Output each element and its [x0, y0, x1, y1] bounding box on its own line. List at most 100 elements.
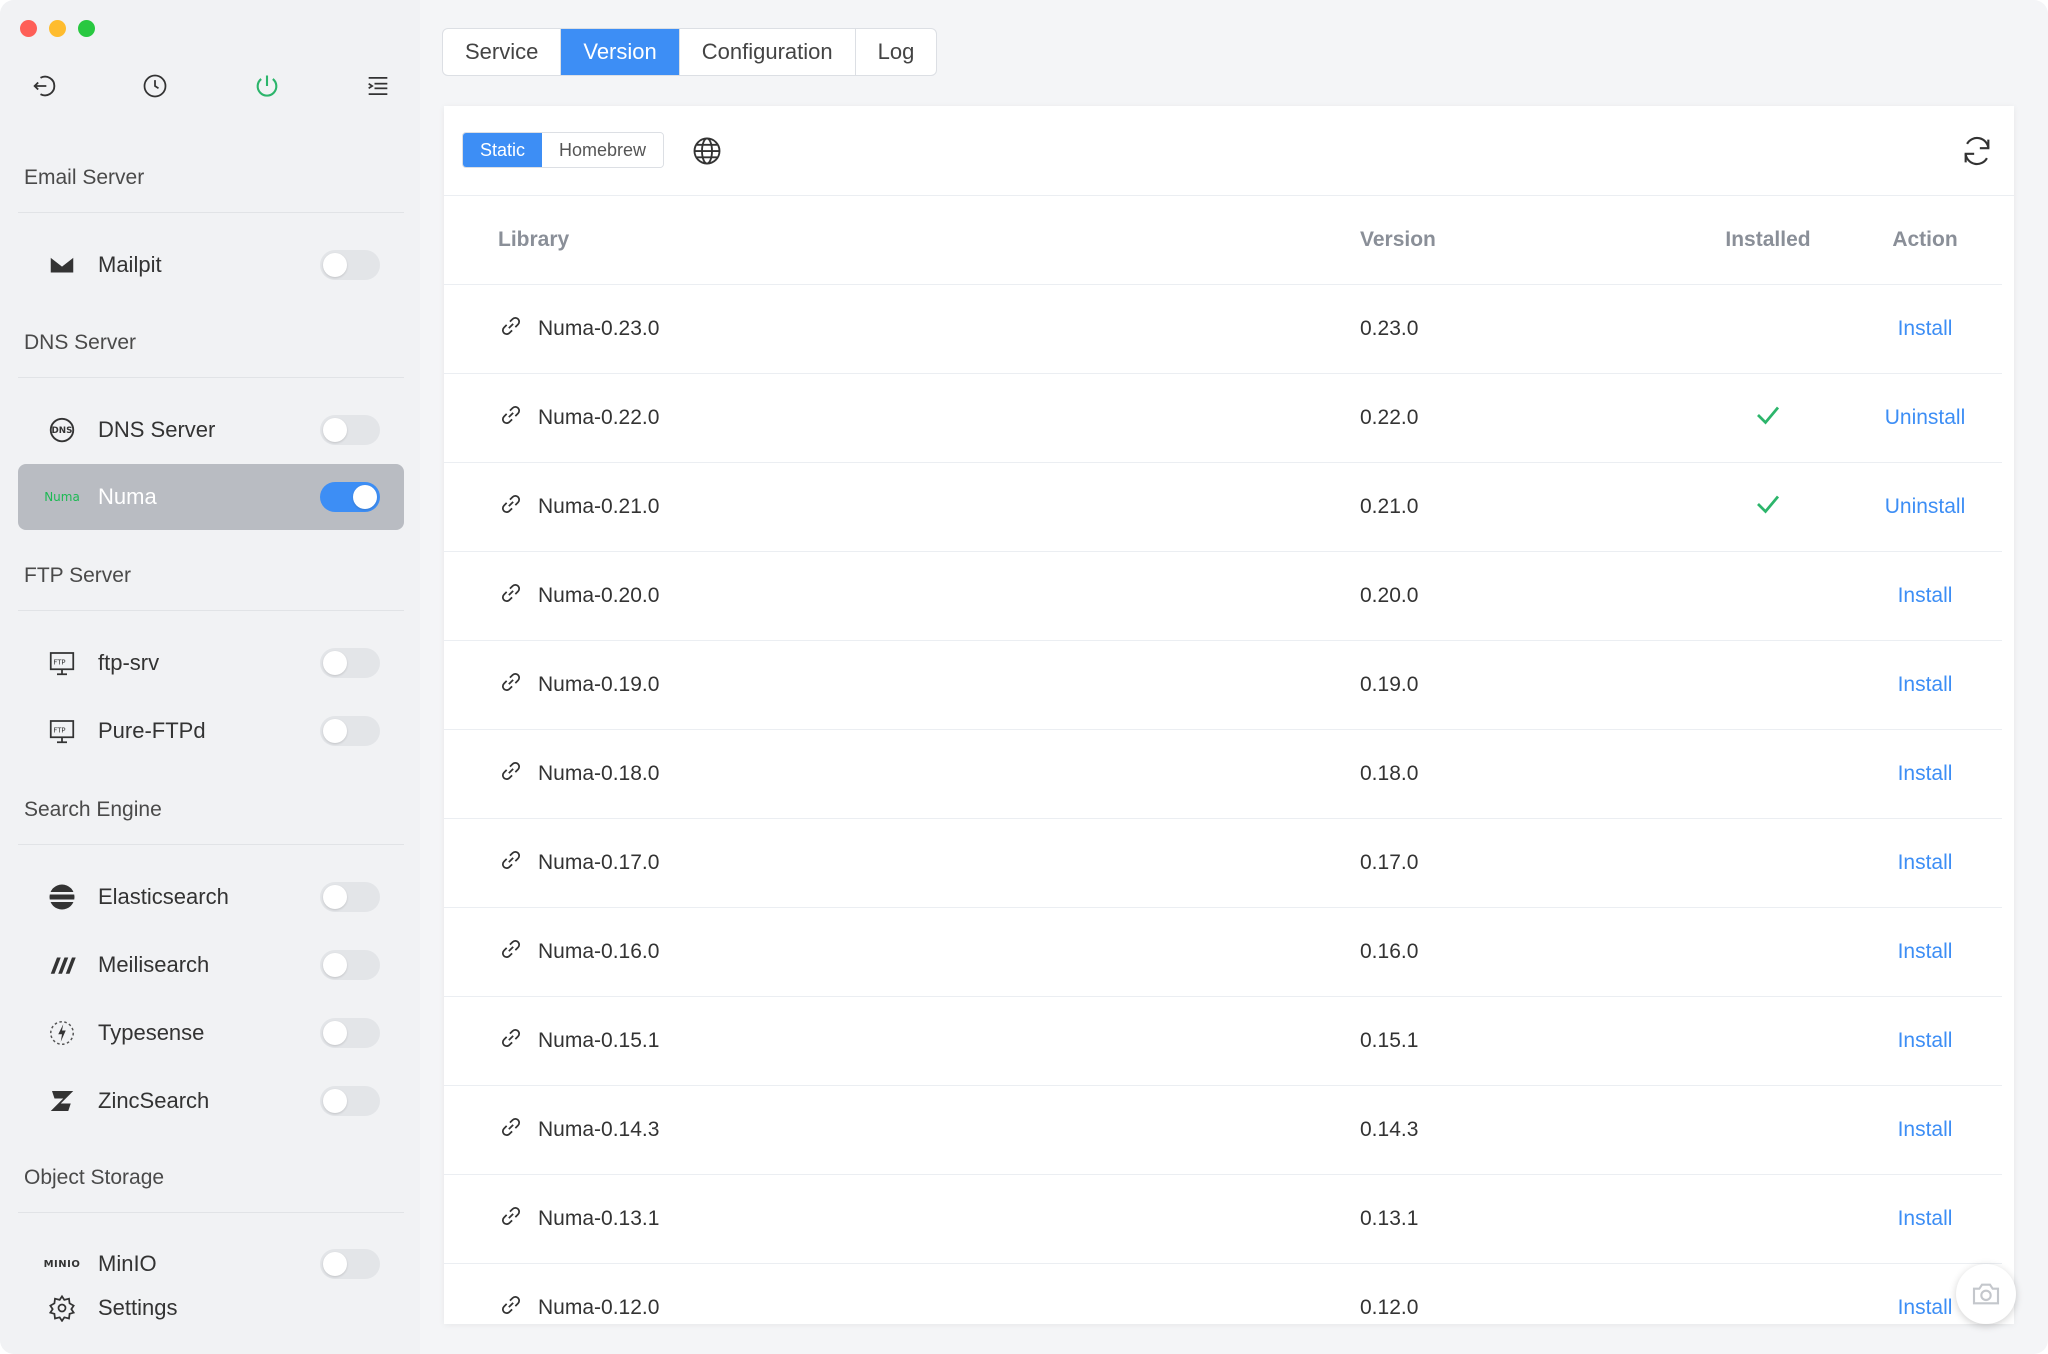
- install-button[interactable]: Install: [1898, 851, 1953, 874]
- maximize-window-button[interactable]: [78, 20, 95, 37]
- meilisearch-toggle[interactable]: [320, 950, 380, 980]
- numa-toggle[interactable]: [320, 482, 380, 512]
- link-icon[interactable]: [498, 402, 538, 434]
- tab-log[interactable]: Log: [856, 29, 937, 75]
- link-icon[interactable]: [498, 491, 538, 523]
- uninstall-button[interactable]: Uninstall: [1885, 495, 1966, 518]
- settings-button[interactable]: Settings: [18, 1290, 404, 1326]
- power-icon[interactable]: [249, 68, 285, 104]
- check-icon: [1753, 495, 1783, 524]
- clock-icon[interactable]: [137, 68, 173, 104]
- installed-cell: [1688, 640, 1848, 730]
- group-title-search: Search Engine: [24, 798, 162, 821]
- installed-cell: [1688, 284, 1848, 374]
- action-cell: Install: [1848, 640, 2002, 730]
- link-icon[interactable]: [498, 1292, 538, 1324]
- svg-text:FTP: FTP: [53, 658, 65, 666]
- tab-bar: Service Version Configuration Log: [442, 28, 938, 76]
- sidebar-item-numa[interactable]: Numa Numa: [18, 464, 404, 530]
- minimize-window-button[interactable]: [49, 20, 66, 37]
- action-cell: Install: [1848, 818, 2002, 908]
- link-icon[interactable]: [498, 669, 538, 701]
- svg-text:DNS: DNS: [52, 426, 73, 436]
- action-cell: Uninstall: [1848, 462, 2002, 552]
- sidebar-item-meilisearch[interactable]: Meilisearch: [18, 932, 404, 998]
- install-button[interactable]: Install: [1898, 1029, 1953, 1052]
- typesense-toggle[interactable]: [320, 1018, 380, 1048]
- homebrew-button[interactable]: Homebrew: [542, 133, 664, 167]
- install-button[interactable]: Install: [1898, 584, 1953, 607]
- sidebar-item-minio[interactable]: MINIO MinIO: [18, 1232, 404, 1296]
- sidebar-item-zincsearch[interactable]: ZincSearch: [18, 1068, 404, 1134]
- installed-cell: [1688, 1263, 1848, 1324]
- action-cell: Install: [1848, 729, 2002, 819]
- panel-header: Static Homebrew: [444, 106, 2014, 196]
- divider: [18, 844, 404, 845]
- sidebar-item-elasticsearch[interactable]: Elasticsearch: [18, 864, 404, 930]
- action-cell: Install: [1848, 284, 2002, 374]
- install-button[interactable]: Install: [1898, 1296, 1953, 1319]
- action-cell: Install: [1848, 1174, 2002, 1264]
- mailpit-toggle[interactable]: [320, 250, 380, 280]
- check-icon: [1753, 406, 1783, 435]
- zincsearch-toggle[interactable]: [320, 1086, 380, 1116]
- link-icon[interactable]: [498, 313, 538, 345]
- ftp-srv-toggle[interactable]: [320, 648, 380, 678]
- link-icon[interactable]: [498, 758, 538, 790]
- globe-icon[interactable]: [692, 136, 722, 166]
- elasticsearch-toggle[interactable]: [320, 882, 380, 912]
- link-icon[interactable]: [498, 580, 538, 612]
- close-window-button[interactable]: [20, 20, 37, 37]
- sidebar-item-mailpit[interactable]: Mailpit: [18, 232, 404, 298]
- action-cell: Install: [1848, 551, 2002, 641]
- library-name: Numa-0.12.0: [538, 1295, 660, 1319]
- uninstall-button[interactable]: Uninstall: [1885, 406, 1966, 429]
- sidebar-item-dns-server[interactable]: DNS DNS Server: [18, 397, 404, 463]
- camera-icon[interactable]: [1956, 1264, 2016, 1324]
- library-name: Numa-0.13.1: [538, 1206, 660, 1230]
- tab-configuration[interactable]: Configuration: [680, 29, 856, 75]
- pure-ftpd-toggle[interactable]: [320, 716, 380, 746]
- dns-server-toggle[interactable]: [320, 415, 380, 445]
- install-button[interactable]: Install: [1898, 317, 1953, 340]
- sidebar-item-pure-ftpd[interactable]: FTP Pure-FTPd: [18, 698, 404, 764]
- sidebar-item-ftp-srv[interactable]: FTP ftp-srv: [18, 630, 404, 696]
- link-icon[interactable]: [498, 847, 538, 879]
- settings-label: Settings: [98, 1295, 178, 1320]
- refresh-icon[interactable]: [1960, 134, 1994, 168]
- column-header-installed: Installed: [1688, 196, 1848, 285]
- install-button[interactable]: Install: [1898, 673, 1953, 696]
- back-icon[interactable]: [26, 68, 62, 104]
- table-row: Numa-0.16.0 0.16.0 Install: [444, 907, 2002, 997]
- link-icon[interactable]: [498, 1114, 538, 1146]
- minio-toggle[interactable]: [320, 1249, 380, 1279]
- link-icon[interactable]: [498, 1025, 538, 1057]
- link-icon[interactable]: [498, 1203, 538, 1235]
- library-cell: Numa-0.16.0: [444, 907, 1360, 997]
- install-button[interactable]: Install: [1898, 1207, 1953, 1230]
- sidebar-item-label: Pure-FTPd: [98, 718, 206, 743]
- install-button[interactable]: Install: [1898, 940, 1953, 963]
- sidebar-item-label: Meilisearch: [98, 952, 210, 977]
- tab-version[interactable]: Version: [561, 29, 680, 75]
- table-row: Numa-0.23.0 0.23.0 Install: [444, 284, 2002, 374]
- link-icon[interactable]: [498, 936, 538, 968]
- meilisearch-icon: [42, 945, 82, 985]
- group-title-email: Email Server: [24, 166, 145, 189]
- static-button[interactable]: Static: [463, 133, 543, 167]
- column-header-version: Version: [1360, 196, 1688, 285]
- installed-cell: [1688, 1174, 1848, 1264]
- menu-icon[interactable]: [360, 68, 396, 104]
- window-controls: [20, 20, 95, 37]
- library-name: Numa-0.21.0: [538, 494, 660, 518]
- version-cell: 0.19.0: [1360, 640, 1688, 730]
- sidebar-item-typesense[interactable]: Typesense: [18, 1000, 404, 1066]
- group-title-storage: Object Storage: [24, 1166, 165, 1189]
- library-cell: Numa-0.15.1: [444, 996, 1360, 1086]
- installed-cell: [1688, 551, 1848, 641]
- sidebar-toolbar: [26, 68, 396, 104]
- install-button[interactable]: Install: [1898, 1118, 1953, 1141]
- divider: [18, 212, 404, 213]
- tab-service[interactable]: Service: [443, 29, 562, 75]
- install-button[interactable]: Install: [1898, 762, 1953, 785]
